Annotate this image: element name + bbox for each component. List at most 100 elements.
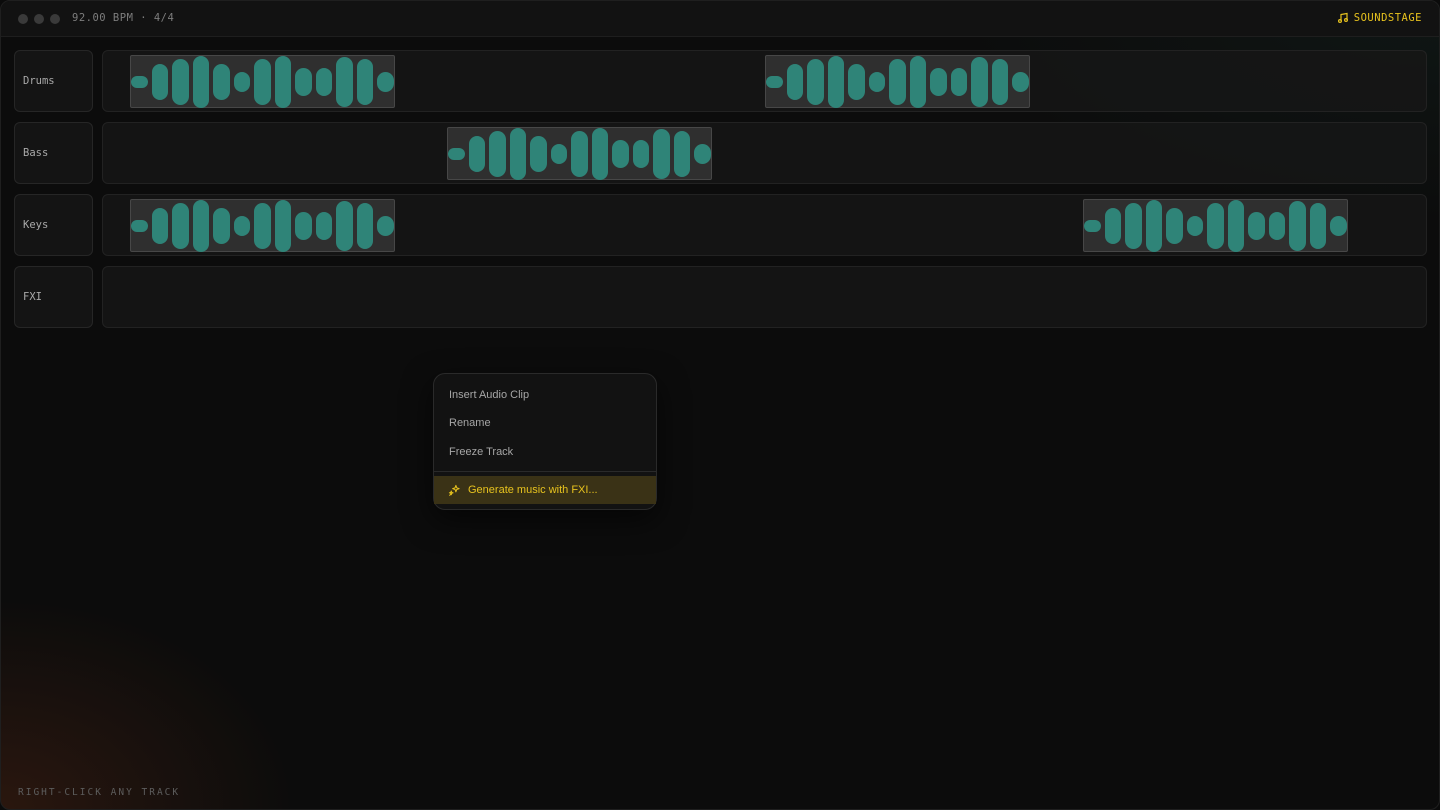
waveform-bar	[1145, 199, 1163, 252]
audio-clip[interactable]	[1083, 199, 1348, 252]
waveform-bar	[254, 58, 271, 105]
waveform-bar	[1104, 207, 1122, 244]
waveform-bar	[1166, 207, 1183, 244]
waveform-bar	[1309, 202, 1327, 249]
waveform-bar	[950, 67, 968, 96]
waveform-bar	[295, 211, 312, 240]
waveform-bar	[151, 207, 169, 244]
waveform-bar	[356, 202, 374, 249]
tempo-meter-readout: 92.00 BPM · 4/4	[72, 12, 175, 24]
waveform-bar	[315, 211, 333, 240]
maximize-dot[interactable]	[50, 14, 60, 24]
waveform-bar	[1125, 202, 1142, 249]
waveform-bar	[673, 130, 691, 177]
waveform-bar	[971, 56, 988, 107]
waveform-bar	[233, 71, 251, 92]
footer-hint: RIGHT-CLICK ANY TRACK	[18, 787, 181, 798]
waveform-bar	[1268, 211, 1286, 240]
waveform-bar	[909, 55, 927, 108]
track-name: Drums	[23, 75, 55, 87]
track-lane-bass[interactable]	[102, 122, 1427, 184]
track-header-fxi[interactable]: FXI	[14, 266, 93, 328]
track-lane-fxi[interactable]	[102, 266, 1427, 328]
waveform-bar	[509, 127, 527, 180]
waveform-bar	[295, 67, 312, 96]
waveform-bar	[930, 67, 947, 96]
waveform-bar	[1248, 211, 1265, 240]
waveform-bar	[377, 215, 394, 236]
track-header-drums[interactable]: Drums	[14, 50, 93, 112]
waveform-bar	[612, 139, 629, 168]
waveform-bar	[807, 58, 824, 105]
waveform-bar	[315, 67, 333, 96]
waveform-bar	[550, 143, 568, 164]
waveform-bar	[336, 56, 353, 107]
waveform-bar	[131, 219, 148, 232]
track-lane-drums[interactable]	[102, 50, 1427, 112]
waveform-bar	[192, 55, 210, 108]
audio-clip[interactable]	[130, 55, 395, 108]
menu-item-freeze-track[interactable]: Freeze Track	[434, 438, 656, 466]
waveform-bar	[591, 127, 609, 180]
menu-divider	[434, 471, 656, 472]
waveform-bar	[571, 130, 588, 177]
close-dot[interactable]	[18, 14, 28, 24]
track-lane-keys[interactable]	[102, 194, 1427, 256]
waveform-bar	[274, 199, 292, 252]
music-note-icon	[1337, 12, 1348, 23]
sparkle-icon	[448, 484, 460, 496]
brand-name: SOUNDSTAGE	[1353, 12, 1422, 24]
waveform-bar	[131, 75, 148, 88]
waveform-bar	[192, 199, 210, 252]
waveform-bar	[786, 63, 804, 100]
track-name: FXI	[23, 291, 42, 303]
audio-clip[interactable]	[447, 127, 712, 180]
waveform-bar	[694, 143, 711, 164]
waveform-bar	[1012, 71, 1029, 92]
waveform-bar	[254, 202, 271, 249]
waveform-bar	[868, 71, 886, 92]
audio-clip[interactable]	[130, 199, 395, 252]
menu-item-label: Generate music with FXI...	[468, 484, 598, 496]
track-name: Bass	[23, 147, 49, 159]
waveform-bar	[766, 75, 783, 88]
waveform-bar	[274, 55, 292, 108]
menu-item-insert-audio-clip[interactable]: Insert Audio Clip	[434, 381, 656, 409]
waveform-bar	[213, 207, 230, 244]
waveform-bar	[1289, 200, 1306, 251]
menu-item-rename[interactable]: Rename	[434, 409, 656, 437]
waveform-bar	[1084, 219, 1101, 232]
waveform-bar	[889, 58, 906, 105]
waveform-bar	[233, 215, 251, 236]
audio-clip[interactable]	[765, 55, 1030, 108]
waveform-bar	[468, 135, 486, 172]
waveform-bar	[632, 139, 650, 168]
waveform-bar	[172, 58, 189, 105]
track-name: Keys	[23, 219, 49, 231]
track-context-menu: Insert Audio Clip Rename Freeze Track Ge…	[433, 373, 657, 510]
waveform-bar	[489, 130, 506, 177]
waveform-bar	[172, 202, 189, 249]
waveform-bar	[1227, 199, 1245, 252]
minimize-dot[interactable]	[34, 14, 44, 24]
track-header-keys[interactable]: Keys	[14, 194, 93, 256]
daw-window: 92.00 BPM · 4/4 SOUNDSTAGE Drums Bass Ke…	[0, 0, 1440, 810]
waveform-bar	[1207, 202, 1224, 249]
waveform-bar	[213, 63, 230, 100]
waveform-bar	[991, 58, 1009, 105]
waveform-bar	[151, 63, 169, 100]
waveform-bar	[827, 55, 845, 108]
track-header-bass[interactable]: Bass	[14, 122, 93, 184]
waveform-bar	[356, 58, 374, 105]
waveform-bar	[1330, 215, 1347, 236]
waveform-bar	[336, 200, 353, 251]
waveform-bar	[848, 63, 865, 100]
waveform-bar	[1186, 215, 1204, 236]
brand: SOUNDSTAGE	[1337, 12, 1422, 24]
window-controls	[18, 14, 60, 24]
waveform-bar	[530, 135, 547, 172]
waveform-bar	[448, 147, 465, 160]
waveform-bar	[653, 128, 670, 179]
titlebar: 92.00 BPM · 4/4 SOUNDSTAGE	[1, 1, 1439, 37]
menu-item-generate-music[interactable]: Generate music with FXI...	[434, 476, 656, 504]
